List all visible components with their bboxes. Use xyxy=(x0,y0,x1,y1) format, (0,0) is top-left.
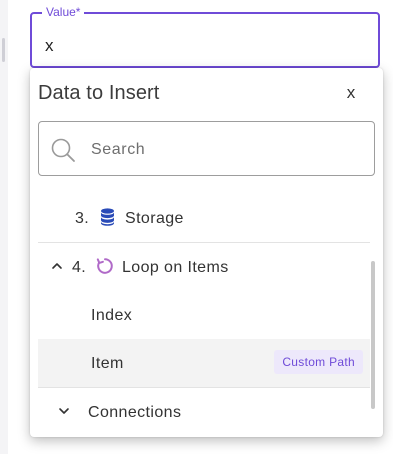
page: Value* x Data to Insert x 3. Storage xyxy=(0,0,393,454)
loop-number: 4. xyxy=(72,259,87,276)
list-item-index[interactable]: Index xyxy=(38,291,370,339)
database-icon xyxy=(101,208,114,226)
loop-label: Loop on Items xyxy=(122,259,229,276)
popup-title: Data to Insert xyxy=(38,82,160,104)
storage-number: 3. xyxy=(75,210,90,227)
value-field[interactable]: Value* x xyxy=(30,5,380,68)
connections-label: Connections xyxy=(88,404,182,421)
search-box[interactable] xyxy=(38,121,375,176)
data-insert-popup: Data to Insert x 3. Storage xyxy=(30,68,383,437)
chevron-down-icon[interactable] xyxy=(58,406,70,416)
value-field-text[interactable]: x xyxy=(45,36,54,56)
scrollbar[interactable] xyxy=(371,261,375,409)
loop-icon xyxy=(96,258,113,274)
background-panel xyxy=(0,0,8,454)
list-item-loop-on-items[interactable]: 4. Loop on Items xyxy=(38,243,370,291)
storage-label: Storage xyxy=(125,210,184,227)
list-item-item[interactable]: Item Custom Path xyxy=(38,339,370,388)
search-icon xyxy=(51,138,75,162)
list-item-storage[interactable]: 3. Storage xyxy=(38,194,370,243)
chevron-up-icon[interactable] xyxy=(51,261,63,271)
close-button[interactable]: x xyxy=(341,82,361,104)
list-item-connections[interactable]: Connections xyxy=(38,388,370,436)
search-input[interactable] xyxy=(89,136,363,164)
panel-marker xyxy=(2,38,5,62)
custom-path-button[interactable]: Custom Path xyxy=(274,350,363,374)
item-label: Item xyxy=(91,355,124,372)
index-label: Index xyxy=(91,307,133,324)
value-field-label: Value* xyxy=(42,5,85,19)
